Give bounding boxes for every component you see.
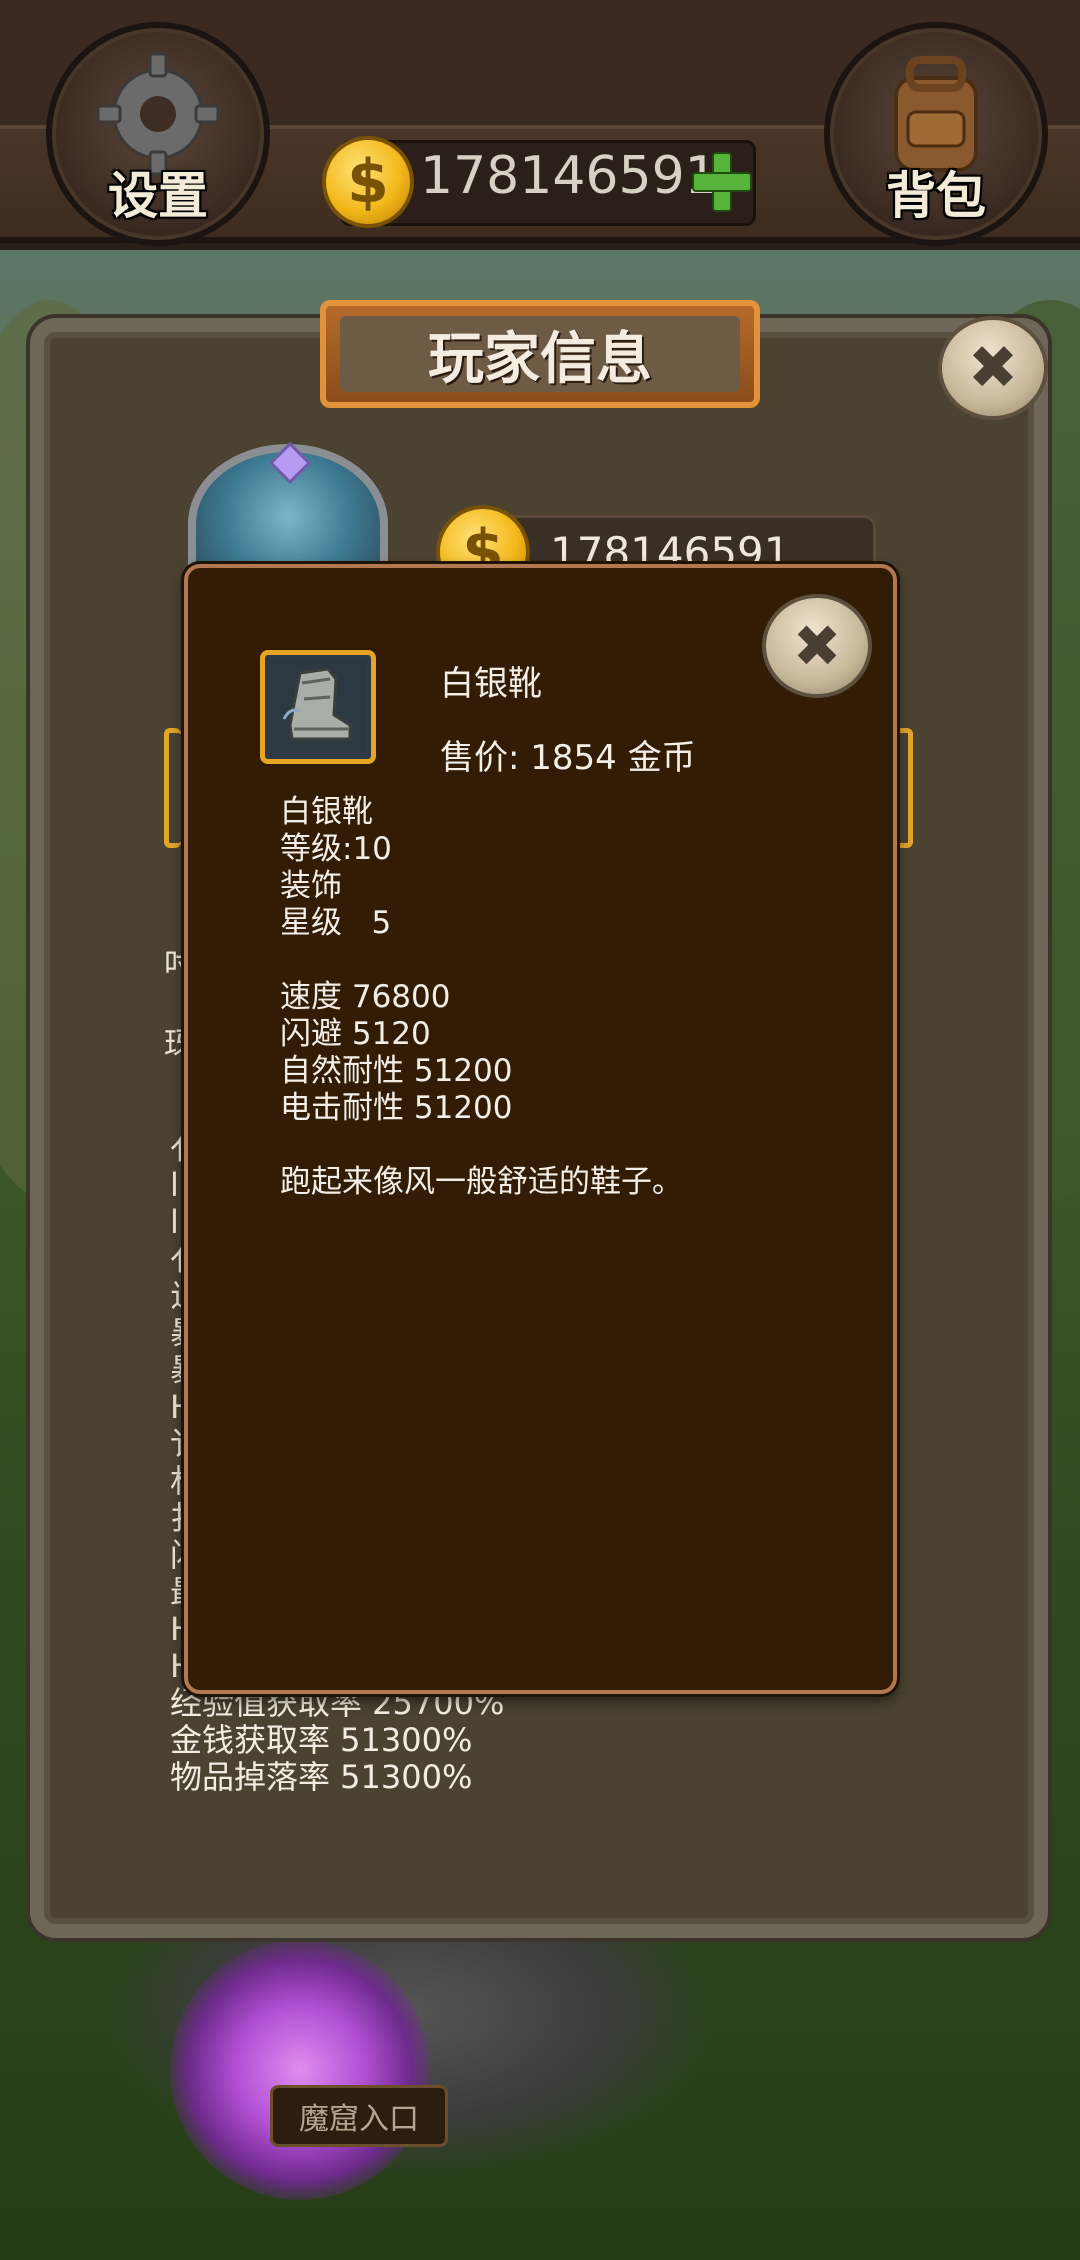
attr-speed: 速度 76800 [280, 979, 451, 1015]
detail-level: 等级:10 [280, 831, 392, 867]
settings-label: 设置 [108, 167, 208, 225]
bag-button[interactable]: 背包 [824, 22, 1048, 246]
panel-title: 玩家信息 [428, 326, 652, 392]
attr-nature-resist: 自然耐性 51200 [280, 1053, 513, 1089]
purple-portal[interactable] [170, 1940, 430, 2200]
detail-type: 装饰 [280, 868, 342, 904]
stat-drop-rate: 物品掉落率 51300% [170, 1758, 473, 1796]
add-gold-button[interactable] [690, 150, 752, 212]
detail-stars: 星级 5 [280, 905, 392, 941]
item-description: 跑起来像风一般舒适的鞋子。 [280, 1164, 683, 1200]
attr-dodge: 闪避 5120 [280, 1016, 431, 1052]
settings-button[interactable]: 设置 [46, 22, 270, 246]
item-icon-frame[interactable] [260, 650, 376, 764]
detail-name: 白银靴 [280, 794, 373, 830]
item-details: 白银靴 等级:10 装饰 星级 5 速度 76800 闪避 5120 自然耐性 … [280, 794, 683, 1201]
tab-frame-right [896, 728, 913, 848]
item-name: 白银靴 [440, 664, 542, 704]
close-panel-button[interactable]: ✖ [938, 316, 1048, 420]
cave-entrance-label[interactable]: 魔窟入口 [270, 2085, 448, 2147]
coin-icon: $ [322, 136, 414, 228]
bag-label: 背包 [886, 167, 986, 225]
stats-list-tail: 经验值获取率 25700% 金钱获取率 51300% 物品掉落率 51300% [170, 1685, 504, 1796]
close-icon: ✖ [967, 333, 1019, 403]
item-price: 售价: 1854 金币 [440, 738, 696, 778]
boots-icon [270, 659, 366, 755]
attr-shock-resist: 电击耐性 51200 [280, 1090, 513, 1126]
tab-frame-left [164, 728, 181, 848]
close-popup-button[interactable]: ✖ [762, 594, 872, 698]
stat-gold-rate: 金钱获取率 51300% [170, 1721, 473, 1759]
close-icon: ✖ [792, 612, 842, 680]
gold-amount: 178146591 [420, 146, 718, 206]
